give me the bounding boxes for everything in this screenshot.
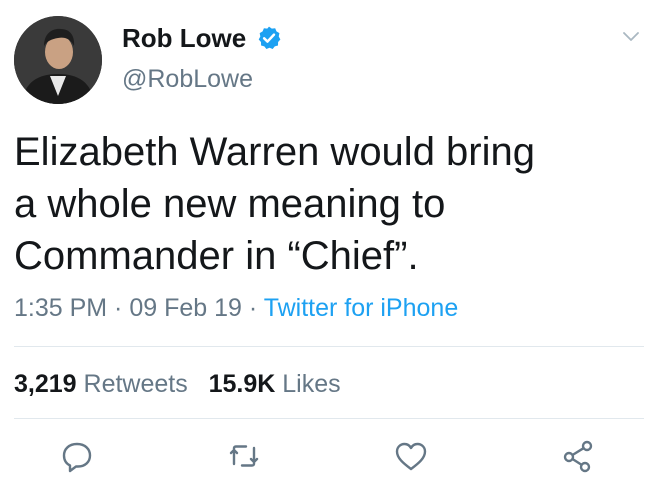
likes-count: 15.9K bbox=[208, 370, 276, 398]
avatar-image bbox=[14, 16, 102, 104]
action-bar bbox=[0, 436, 650, 482]
heart-icon bbox=[395, 442, 427, 471]
verified-badge-icon bbox=[258, 26, 281, 50]
meta-separator: · bbox=[241, 294, 264, 322]
tweet-source-link[interactable]: Twitter for iPhone bbox=[264, 294, 459, 322]
likes-stat[interactable]: 15.9K Likes bbox=[209, 370, 341, 398]
tweet-stats: 3,219 Retweets 15.9K Likes bbox=[14, 368, 341, 400]
retweet-button[interactable] bbox=[224, 436, 264, 476]
chevron-down-icon[interactable] bbox=[620, 28, 642, 44]
likes-label: Likes bbox=[282, 370, 341, 398]
avatar[interactable] bbox=[14, 16, 102, 104]
reply-button[interactable] bbox=[57, 436, 97, 476]
user-handle[interactable]: @RobLowe bbox=[122, 64, 253, 94]
divider bbox=[14, 418, 644, 419]
meta-separator: · bbox=[107, 294, 130, 322]
retweets-count: 3,219 bbox=[14, 370, 77, 398]
share-icon bbox=[563, 440, 593, 473]
tweet-meta: 1:35 PM · 09 Feb 19 · Twitter for iPhone bbox=[14, 292, 458, 324]
tweet-card: Rob Lowe @RobLowe Elizabeth Warren would… bbox=[0, 0, 650, 491]
tweet-text: Elizabeth Warren would bring a whole new… bbox=[14, 130, 535, 278]
retweets-label: Retweets bbox=[83, 370, 188, 398]
retweets-stat[interactable]: 3,219 Retweets bbox=[14, 370, 188, 398]
display-name[interactable]: Rob Lowe bbox=[122, 22, 246, 54]
share-button[interactable] bbox=[558, 436, 598, 476]
tweet-date[interactable]: 09 Feb 19 bbox=[129, 294, 242, 322]
divider bbox=[14, 346, 644, 347]
tweet-time[interactable]: 1:35 PM bbox=[14, 294, 107, 322]
retweet-icon bbox=[229, 445, 259, 467]
reply-icon bbox=[62, 442, 92, 473]
like-button[interactable] bbox=[391, 436, 431, 476]
